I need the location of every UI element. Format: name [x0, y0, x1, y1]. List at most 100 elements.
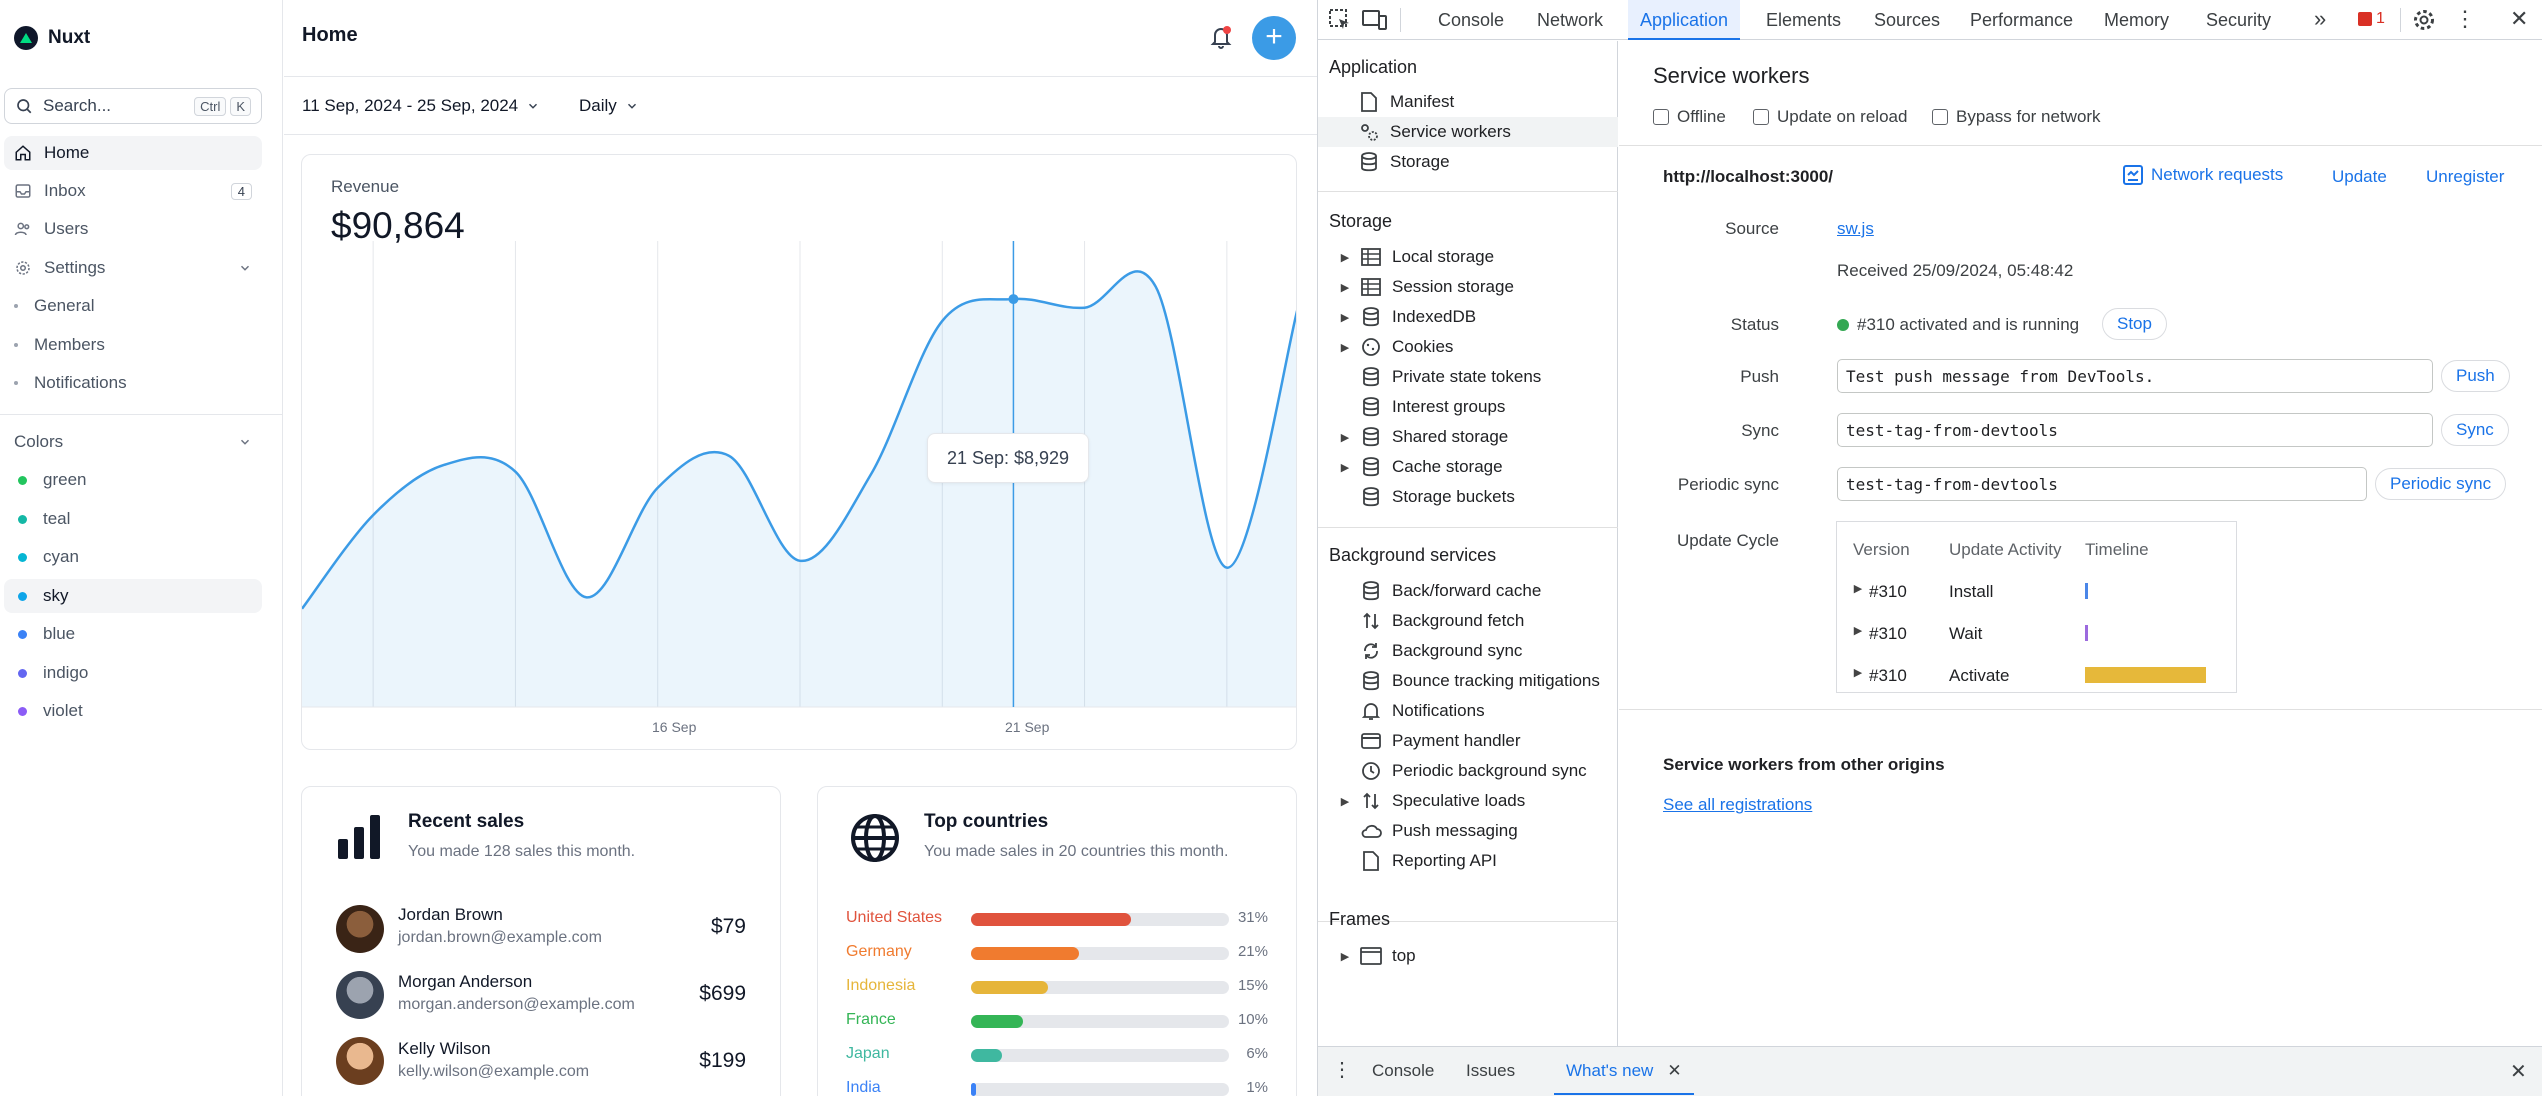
tree-item-speculative-loads[interactable]: ▶ Speculative loads [1318, 786, 1618, 816]
see-all-registrations-link[interactable]: See all registrations [1663, 795, 1812, 815]
expand-arrow-icon[interactable]: ▶ [1853, 666, 1863, 679]
tab-security[interactable]: Security [2206, 0, 2271, 40]
tab-memory[interactable]: Memory [2104, 0, 2169, 40]
inspect-element-icon[interactable] [1328, 8, 1352, 32]
period-select[interactable]: Daily [579, 94, 639, 118]
tree-item-periodic-background-sync[interactable]: Periodic background sync [1318, 756, 1618, 786]
tree-item-background-fetch[interactable]: Background fetch [1318, 606, 1618, 636]
status-value: #310 activated and is running [1837, 315, 2079, 335]
table-row[interactable]: ▶ #310 Wait [1837, 612, 2236, 654]
expand-arrow-icon[interactable]: ▶ [1340, 341, 1350, 354]
new-item-button[interactable]: + [1252, 16, 1296, 60]
table-row[interactable]: ▶ #310 Activate [1837, 654, 2236, 692]
device-toolbar-icon[interactable] [1362, 8, 1388, 32]
tab-sources[interactable]: Sources [1874, 0, 1940, 40]
push-input[interactable]: Test push message from DevTools. [1837, 359, 2433, 393]
expand-arrow-icon[interactable]: ▶ [1853, 582, 1863, 595]
tree-item-frame-top[interactable]: ▶ top [1318, 941, 1618, 971]
tab-application[interactable]: Application [1628, 0, 1741, 40]
sync-button[interactable]: Sync [2441, 414, 2509, 446]
color-item-violet[interactable]: violet [4, 694, 262, 728]
tree-item-bounce-tracking-mitigations[interactable]: Bounce tracking mitigations [1318, 666, 1618, 696]
nav-item-users[interactable]: Users [4, 212, 262, 246]
sidebar-item-members[interactable]: Members [14, 330, 105, 360]
data-point[interactable] [1008, 294, 1019, 305]
color-item-indigo[interactable]: indigo [4, 656, 262, 690]
settings-gear-icon[interactable] [2412, 8, 2436, 32]
colors-group-toggle[interactable]: Colors [4, 425, 262, 459]
tree-item-cache-storage[interactable]: ▶ Cache storage [1318, 452, 1618, 482]
color-item-blue[interactable]: blue [4, 617, 262, 651]
close-tab-icon[interactable]: ✕ [1667, 1047, 1681, 1093]
drawer-tab-whats-new[interactable]: What's new ✕ [1554, 1047, 1694, 1095]
stop-button[interactable]: Stop [2102, 308, 2167, 340]
source-file-link[interactable]: sw.js [1837, 219, 1874, 239]
color-item-sky[interactable]: sky [4, 579, 262, 613]
nav-item-inbox[interactable]: Inbox 4 [4, 174, 262, 208]
date-range-picker[interactable]: 11 Sep, 2024 - 25 Sep, 2024 [302, 94, 540, 118]
close-drawer-icon[interactable]: ✕ [2510, 1059, 2527, 1084]
offline-checkbox[interactable]: Offline [1653, 107, 1726, 127]
close-devtools-icon[interactable]: ✕ [2510, 6, 2528, 32]
tab-console[interactable]: Console [1438, 0, 1504, 40]
tree-item-cookies[interactable]: ▶ Cookies [1318, 332, 1618, 362]
country-bar-fill [971, 1049, 1002, 1062]
expand-arrow-icon[interactable]: ▶ [1340, 311, 1350, 324]
tree-item-reporting-api[interactable]: Reporting API [1318, 846, 1618, 876]
tree-item-background-sync[interactable]: Background sync [1318, 636, 1618, 666]
more-tabs-icon[interactable]: » [2314, 6, 2326, 32]
nav-item-settings[interactable]: Settings [4, 251, 262, 285]
periodic-sync-input[interactable]: test-tag-from-devtools [1837, 467, 2367, 501]
drawer-tab-console[interactable]: Console [1372, 1047, 1434, 1095]
tab-network[interactable]: Network [1537, 0, 1603, 40]
tree-item-interest-groups[interactable]: Interest groups [1318, 392, 1618, 422]
brand[interactable]: Nuxt [14, 24, 90, 52]
tree-item-shared-storage[interactable]: ▶ Shared storage [1318, 422, 1618, 452]
tree-item-back-forward-cache[interactable]: Back/forward cache [1318, 576, 1618, 606]
sidebar-item-general[interactable]: General [14, 291, 94, 321]
column-header: Timeline [2085, 540, 2149, 559]
table-row[interactable]: ▶ #310 Install [1837, 570, 2236, 612]
tree-item-push-messaging[interactable]: Push messaging [1318, 816, 1618, 846]
color-item-teal[interactable]: teal [4, 502, 262, 536]
update-link[interactable]: Update [2332, 167, 2387, 187]
tree-item-manifest[interactable]: Manifest [1318, 87, 1618, 117]
nav-item-home[interactable]: Home [4, 136, 262, 170]
network-requests-link[interactable]: Network requests [2123, 165, 2283, 185]
tree-item-local-storage[interactable]: ▶ Local storage [1318, 242, 1618, 272]
tree-item-session-storage[interactable]: ▶ Session storage [1318, 272, 1618, 302]
tab-performance[interactable]: Performance [1970, 0, 2073, 40]
tree-item-notifications[interactable]: Notifications [1318, 696, 1618, 726]
expand-arrow-icon[interactable]: ▶ [1340, 431, 1350, 444]
sidebar-item-notifications[interactable]: Notifications [14, 368, 127, 398]
periodic-sync-button[interactable]: Periodic sync [2375, 468, 2507, 500]
expand-arrow-icon[interactable]: ▶ [1340, 461, 1350, 474]
tree-item-service-workers[interactable]: Service workers [1318, 117, 1618, 147]
push-button[interactable]: Push [2441, 360, 2510, 392]
tree-item-indexeddb[interactable]: ▶ IndexedDB [1318, 302, 1618, 332]
drawer-tab-issues[interactable]: Issues [1466, 1047, 1515, 1095]
color-item-green[interactable]: green [4, 463, 262, 497]
expand-arrow-icon[interactable]: ▶ [1340, 950, 1350, 963]
globe-icon [851, 814, 899, 862]
bypass-network-checkbox[interactable]: Bypass for network [1932, 107, 2101, 127]
error-counter[interactable]: 1 [2358, 10, 2385, 28]
sync-input[interactable]: test-tag-from-devtools [1837, 413, 2433, 447]
tree-item-payment-handler[interactable]: Payment handler [1318, 726, 1618, 756]
expand-arrow-icon[interactable]: ▶ [1340, 795, 1350, 808]
expand-arrow-icon[interactable]: ▶ [1853, 624, 1863, 637]
notifications-button[interactable] [1206, 22, 1236, 52]
more-options-icon[interactable]: ⋮ [2454, 6, 2476, 32]
tree-item-private-state-tokens[interactable]: Private state tokens [1318, 362, 1618, 392]
tree-item-storage-buckets[interactable]: Storage buckets [1318, 482, 1618, 512]
drawer-menu-icon[interactable]: ⋮ [1332, 1057, 1352, 1082]
cycle-version: #310 [1869, 582, 1907, 601]
expand-arrow-icon[interactable]: ▶ [1340, 281, 1350, 294]
color-item-cyan[interactable]: cyan [4, 540, 262, 574]
expand-arrow-icon[interactable]: ▶ [1340, 251, 1350, 264]
tree-item-storage[interactable]: Storage [1318, 147, 1618, 177]
update-on-reload-checkbox[interactable]: Update on reload [1753, 107, 1907, 127]
unregister-link[interactable]: Unregister [2426, 167, 2504, 187]
search-button[interactable]: Search... Ctrl K [4, 88, 262, 124]
tab-elements[interactable]: Elements [1766, 0, 1841, 40]
